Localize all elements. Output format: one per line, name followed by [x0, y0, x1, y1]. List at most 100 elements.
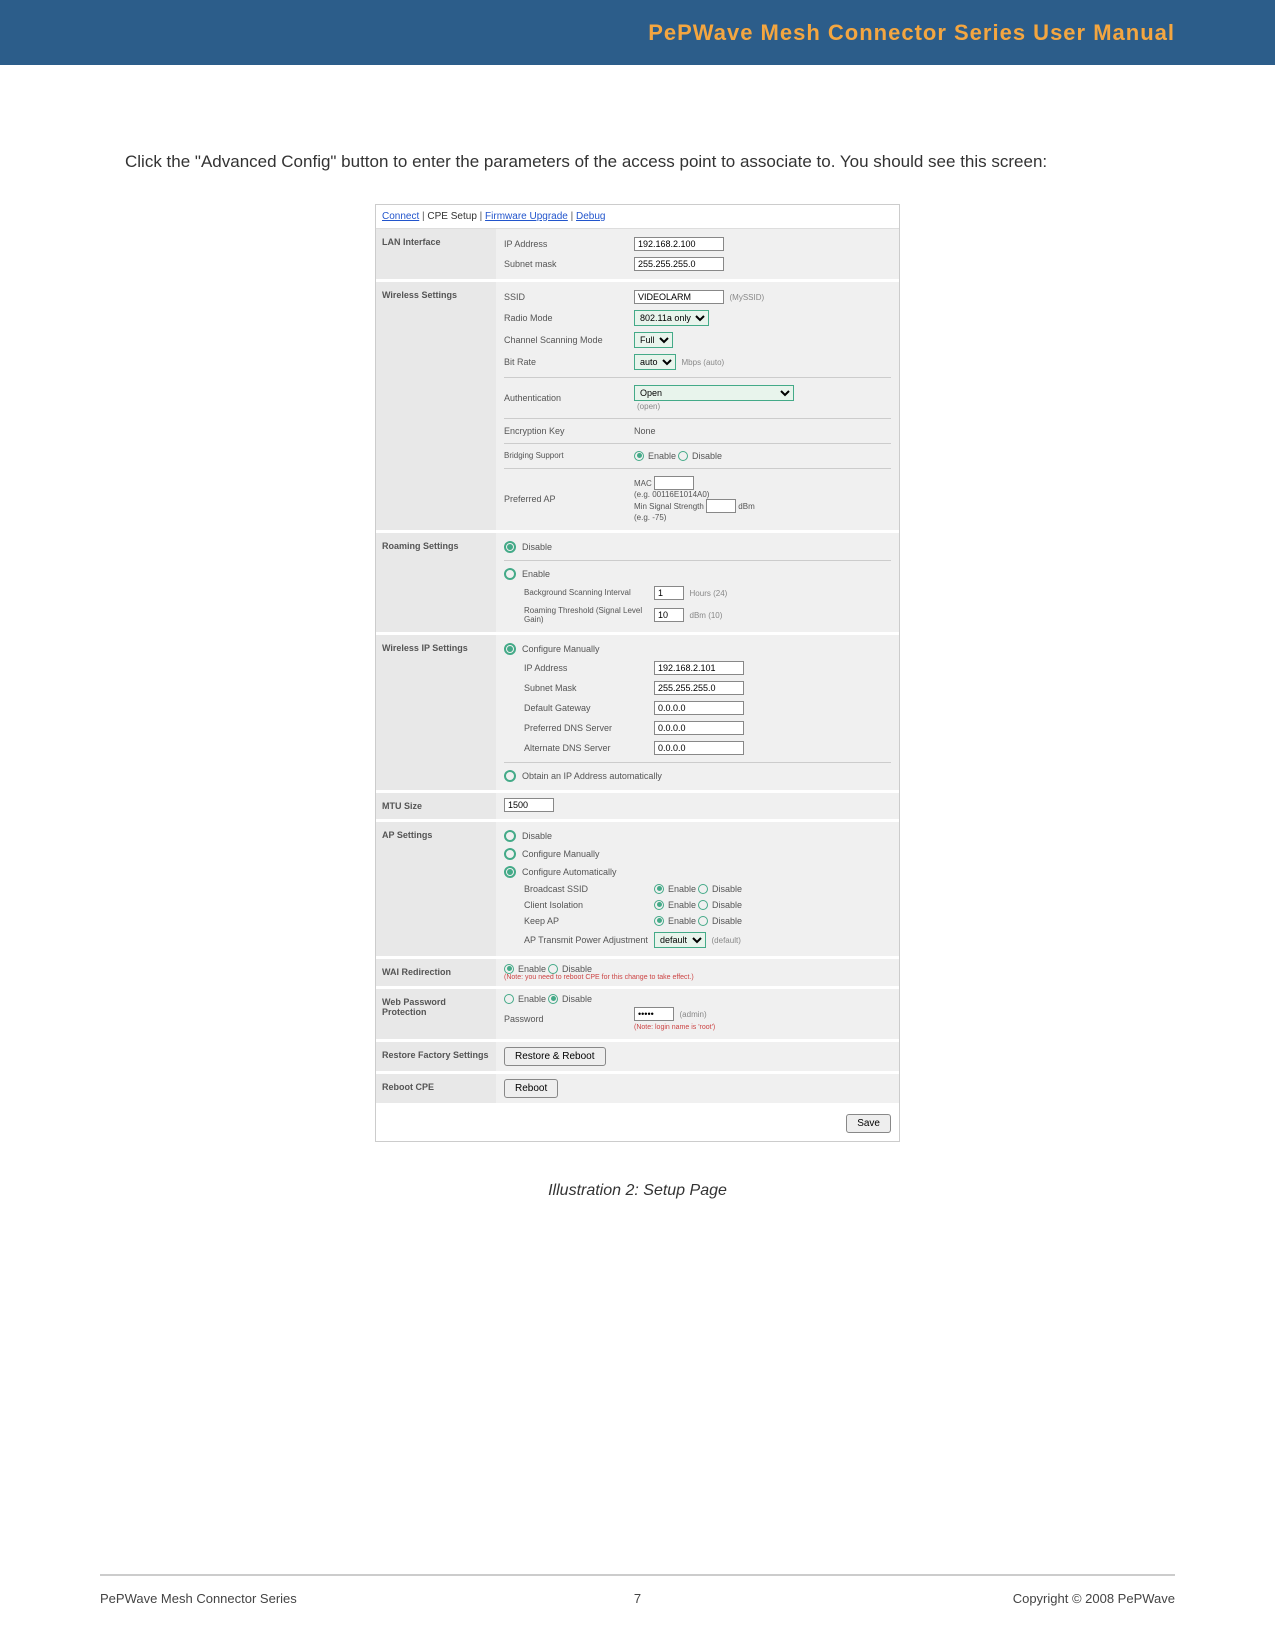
webpw-disable-radio[interactable] — [548, 994, 558, 1004]
wip-manual-radio[interactable] — [504, 643, 516, 655]
ap-disable-radio[interactable] — [504, 830, 516, 842]
roaming-title: Roaming Settings — [376, 533, 496, 632]
ap-manual-label: Configure Manually — [522, 849, 600, 859]
wip-gw-input[interactable] — [654, 701, 744, 715]
bg-note: Hours (24) — [690, 589, 728, 598]
wip-dns1-label: Preferred DNS Server — [524, 723, 654, 733]
wip-auto-label: Obtain an IP Address automatically — [522, 771, 662, 781]
ssid-input[interactable] — [634, 290, 724, 304]
ap-disable-label: Disable — [522, 831, 552, 841]
reboot-section: Reboot CPE Reboot — [376, 1074, 899, 1106]
restore-button[interactable]: Restore & Reboot — [504, 1047, 606, 1066]
nav-connect[interactable]: Connect — [382, 211, 419, 222]
mtu-input[interactable] — [504, 798, 554, 812]
wip-title: Wireless IP Settings — [376, 635, 496, 790]
wai-disable-radio[interactable] — [548, 964, 558, 974]
footer-line — [100, 1574, 1175, 1576]
nav-tabs: Connect | CPE Setup | Firmware Upgrade |… — [376, 205, 899, 229]
mac-input[interactable] — [654, 476, 694, 490]
nav-firmware[interactable]: Firmware Upgrade — [485, 211, 568, 222]
pref-ap-label: Preferred AP — [504, 494, 634, 504]
restore-section: Restore Factory Settings Restore & Reboo… — [376, 1042, 899, 1074]
iso-enable-radio[interactable] — [654, 900, 664, 910]
illustration-caption: Illustration 2: Setup Page — [125, 1182, 1150, 1200]
bg-input[interactable] — [654, 586, 684, 600]
wip-ip-label: IP Address — [524, 663, 654, 673]
wip-section: Wireless IP Settings Configure Manually … — [376, 635, 899, 793]
bssid-enable-radio[interactable] — [654, 884, 664, 894]
ap-manual-radio[interactable] — [504, 848, 516, 860]
mtu-section: MTU Size — [376, 793, 899, 822]
wai-title: WAI Redirection — [376, 959, 496, 986]
save-row: Save — [376, 1106, 899, 1141]
iso-disable-radio[interactable] — [698, 900, 708, 910]
tx-select[interactable]: default — [654, 932, 706, 948]
page-number: 7 — [0, 1591, 1275, 1606]
iso-label: Client Isolation — [524, 900, 654, 910]
wip-auto-radio[interactable] — [504, 770, 516, 782]
bssid-disable-radio[interactable] — [698, 884, 708, 894]
mac-eg: (e.g. 00116E1014A0) — [634, 490, 709, 499]
scan-select[interactable]: Full — [634, 332, 673, 348]
wip-manual-label: Configure Manually — [522, 644, 600, 654]
save-button[interactable]: Save — [846, 1114, 891, 1133]
bridge-enable-radio[interactable] — [634, 451, 644, 461]
webpw-enable-radio[interactable] — [504, 994, 514, 1004]
wip-dns2-label: Alternate DNS Server — [524, 743, 654, 753]
roaming-enable-radio[interactable] — [504, 568, 516, 580]
thr-input[interactable] — [654, 608, 684, 622]
roaming-disable-label: Disable — [522, 542, 552, 552]
ap-section: AP Settings Disable Configure Manually C… — [376, 822, 899, 959]
wip-ip-input[interactable] — [654, 661, 744, 675]
lan-ip-input[interactable] — [634, 237, 724, 251]
bitrate-select[interactable]: auto — [634, 354, 676, 370]
bitrate-label: Bit Rate — [504, 357, 634, 367]
wip-gw-label: Default Gateway — [524, 703, 654, 713]
tx-label: AP Transmit Power Adjustment — [524, 935, 654, 945]
radio-select[interactable]: 802.11a only — [634, 310, 709, 326]
ap-auto-radio[interactable] — [504, 866, 516, 878]
scan-label: Channel Scanning Mode — [504, 335, 634, 345]
pw-note: (admin) — [680, 1010, 707, 1019]
nav-cpe: CPE Setup — [427, 211, 476, 222]
lan-ip-label: IP Address — [504, 239, 634, 249]
reboot-button[interactable]: Reboot — [504, 1079, 558, 1098]
lan-mask-label: Subnet mask — [504, 259, 634, 269]
roaming-enable-label: Enable — [522, 569, 550, 579]
webpw-section: Web Password Protection Enable Disable P… — [376, 989, 899, 1042]
lan-section: LAN Interface IP Address Subnet mask — [376, 229, 899, 282]
wai-note: (Note: you need to reboot CPE for this c… — [504, 974, 891, 981]
reboot-title: Reboot CPE — [376, 1074, 496, 1103]
dbm-label: dBm — [738, 502, 754, 511]
roaming-disable-radio[interactable] — [504, 541, 516, 553]
mtu-title: MTU Size — [376, 793, 496, 819]
pw-label: Password — [504, 1014, 634, 1024]
ap-title: AP Settings — [376, 822, 496, 956]
pw-input[interactable] — [634, 1007, 674, 1021]
enc-value: None — [634, 426, 891, 436]
enc-label: Encryption Key — [504, 426, 634, 436]
ssid-label: SSID — [504, 292, 634, 302]
auth-select[interactable]: Open — [634, 385, 794, 401]
wip-dns1-input[interactable] — [654, 721, 744, 735]
bridge-disable-radio[interactable] — [678, 451, 688, 461]
webpw-title: Web Password Protection — [376, 989, 496, 1039]
wip-dns2-input[interactable] — [654, 741, 744, 755]
nav-debug[interactable]: Debug — [576, 211, 605, 222]
thr-note: dBm (10) — [690, 611, 723, 620]
intro-text: Click the "Advanced Config" button to en… — [125, 150, 1150, 174]
ssid-note: (MySSID) — [730, 293, 765, 302]
wireless-title: Wireless Settings — [376, 282, 496, 530]
min-sig-input[interactable] — [706, 499, 736, 513]
keep-disable-radio[interactable] — [698, 916, 708, 926]
page-content: Click the "Advanced Config" button to en… — [0, 65, 1275, 1200]
keep-enable-radio[interactable] — [654, 916, 664, 926]
wip-mask-input[interactable] — [654, 681, 744, 695]
auth-label: Authentication — [504, 393, 634, 403]
tx-note: (default) — [712, 936, 741, 945]
wai-enable-radio[interactable] — [504, 964, 514, 974]
ap-auto-label: Configure Automatically — [522, 867, 617, 877]
wai-section: WAI Redirection Enable Disable (Note: yo… — [376, 959, 899, 989]
dbm-eg: (e.g. -75) — [634, 513, 666, 522]
lan-mask-input[interactable] — [634, 257, 724, 271]
